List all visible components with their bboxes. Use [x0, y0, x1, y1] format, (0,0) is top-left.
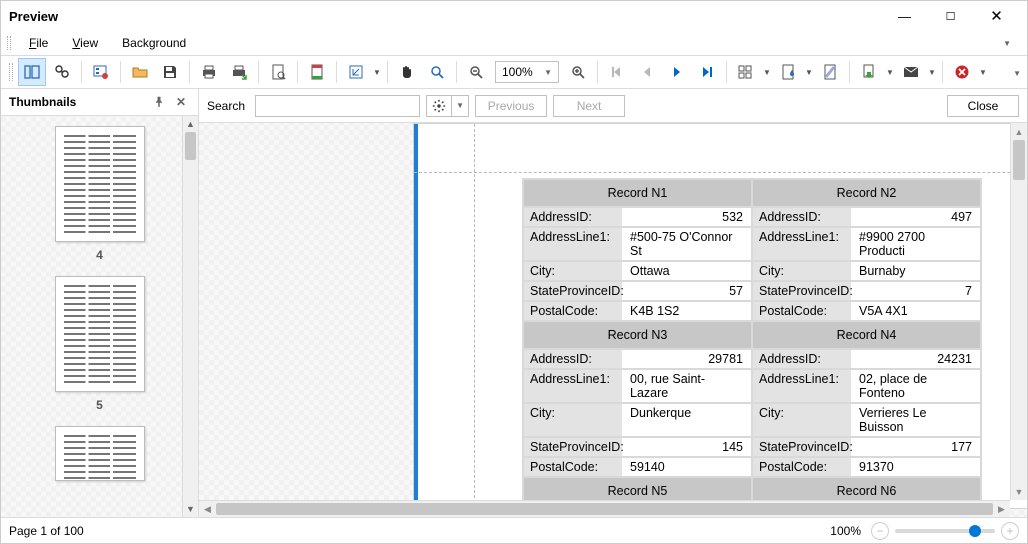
- menu-view[interactable]: View: [62, 33, 108, 53]
- print-button[interactable]: [195, 58, 223, 86]
- document-area[interactable]: Record N1 Record N2 AddressID:532Address…: [199, 123, 1027, 517]
- record-header: Record N1: [523, 179, 752, 207]
- search-bar: Search ▼ Previous Next Close: [199, 89, 1027, 123]
- page-margin-indicator: [414, 124, 418, 508]
- stop-button[interactable]: [948, 58, 976, 86]
- preview-window: Preview — ☐ ✕ File View Background ▼ ▼: [0, 0, 1028, 544]
- close-button[interactable]: Close: [947, 95, 1019, 117]
- zoom-slider[interactable]: [895, 529, 995, 533]
- page-color-button[interactable]: [774, 58, 802, 86]
- guide-line: [474, 124, 475, 508]
- first-page-button[interactable]: [603, 58, 631, 86]
- multipage-button[interactable]: [732, 58, 760, 86]
- thumbnail-item[interactable]: 4: [1, 116, 198, 266]
- export-button[interactable]: [855, 58, 883, 86]
- document-page: Record N1 Record N2 AddressID:532Address…: [413, 123, 1027, 509]
- thumbnails-panel: Thumbnails ✕ 4 5 ▲: [1, 89, 199, 517]
- thumbnail-label: 5: [96, 392, 103, 412]
- scale-button[interactable]: [342, 58, 370, 86]
- magnifier-button[interactable]: [423, 58, 451, 86]
- zoom-slider-knob[interactable]: [969, 525, 981, 537]
- header-footer-button[interactable]: [303, 58, 331, 86]
- close-window-button[interactable]: ✕: [974, 2, 1019, 30]
- guide-line: [414, 172, 1027, 173]
- menubar-overflow[interactable]: ▼: [993, 36, 1021, 51]
- previous-button[interactable]: Previous: [475, 95, 547, 117]
- hand-tool-button[interactable]: [393, 58, 421, 86]
- toolbar: ▼ 100%▼ ▼ ▼ ▼ ▼ ▼ ▼: [1, 55, 1027, 89]
- next-page-button[interactable]: [663, 58, 691, 86]
- stop-dropdown[interactable]: ▼: [977, 58, 989, 86]
- menubar-grip[interactable]: [7, 36, 11, 50]
- search-options-button[interactable]: ▼: [426, 95, 469, 117]
- export-dropdown[interactable]: ▼: [884, 58, 896, 86]
- zoom-out-button[interactable]: [462, 58, 490, 86]
- thumbnails-toggle-button[interactable]: [18, 58, 46, 86]
- page-info: Page 1 of 100: [9, 524, 84, 538]
- menu-background[interactable]: Background: [112, 33, 196, 53]
- window-title: Preview: [9, 9, 58, 24]
- thumbnail-item[interactable]: 5: [1, 266, 198, 416]
- thumbnails-title: Thumbnails: [9, 95, 76, 109]
- records-table: Record N1 Record N2 AddressID:532Address…: [522, 178, 982, 506]
- save-button[interactable]: [156, 58, 184, 86]
- thumbnail-page: [55, 126, 145, 242]
- toolbar-overflow[interactable]: ▼: [1013, 56, 1021, 90]
- quick-print-button[interactable]: [225, 58, 253, 86]
- toolbar-grip[interactable]: [9, 63, 13, 81]
- titlebar: Preview — ☐ ✕: [1, 1, 1027, 31]
- open-button[interactable]: [126, 58, 154, 86]
- zoom-select[interactable]: 100%▼: [495, 61, 559, 83]
- zoom-in-button[interactable]: [564, 58, 592, 86]
- watermark-button[interactable]: [816, 58, 844, 86]
- vertical-scrollbar[interactable]: ▲ ▼: [1010, 123, 1027, 500]
- thumbnail-item[interactable]: [1, 416, 198, 485]
- pin-icon[interactable]: [150, 93, 168, 111]
- thumbnails-list[interactable]: 4 5 ▲ ▼: [1, 115, 198, 517]
- email-button[interactable]: [897, 58, 925, 86]
- search-label: Search: [207, 99, 245, 113]
- search-input[interactable]: [255, 95, 420, 117]
- status-zoom-label: 100%: [830, 524, 861, 538]
- menubar: File View Background ▼: [1, 31, 1027, 55]
- next-button[interactable]: Next: [553, 95, 625, 117]
- parameters-button[interactable]: [87, 58, 115, 86]
- last-page-button[interactable]: [693, 58, 721, 86]
- zoom-in-status-button[interactable]: +: [1001, 522, 1019, 540]
- thumbnail-label: 4: [96, 242, 103, 262]
- thumbnail-page: [55, 276, 145, 392]
- scale-dropdown[interactable]: ▼: [371, 58, 383, 86]
- record-header: Record N2: [752, 179, 981, 207]
- menu-file[interactable]: File: [19, 33, 58, 53]
- email-dropdown[interactable]: ▼: [926, 58, 938, 86]
- page-setup-button[interactable]: [264, 58, 292, 86]
- thumbnail-page: [55, 426, 145, 481]
- prev-page-button[interactable]: [633, 58, 661, 86]
- record-header: Record N3: [523, 321, 752, 349]
- multipage-dropdown[interactable]: ▼: [761, 58, 773, 86]
- close-panel-icon[interactable]: ✕: [172, 93, 190, 111]
- record-header: Record N4: [752, 321, 981, 349]
- minimize-button[interactable]: —: [882, 2, 927, 30]
- status-bar: Page 1 of 100 100% − +: [1, 517, 1027, 543]
- page-color-dropdown[interactable]: ▼: [803, 58, 815, 86]
- horizontal-scrollbar[interactable]: ◀▶: [199, 500, 1010, 517]
- maximize-button[interactable]: ☐: [928, 2, 973, 30]
- find-button[interactable]: [48, 58, 76, 86]
- zoom-out-status-button[interactable]: −: [871, 522, 889, 540]
- gear-icon: [427, 99, 451, 113]
- thumbnails-scrollbar[interactable]: ▲ ▼: [182, 116, 198, 517]
